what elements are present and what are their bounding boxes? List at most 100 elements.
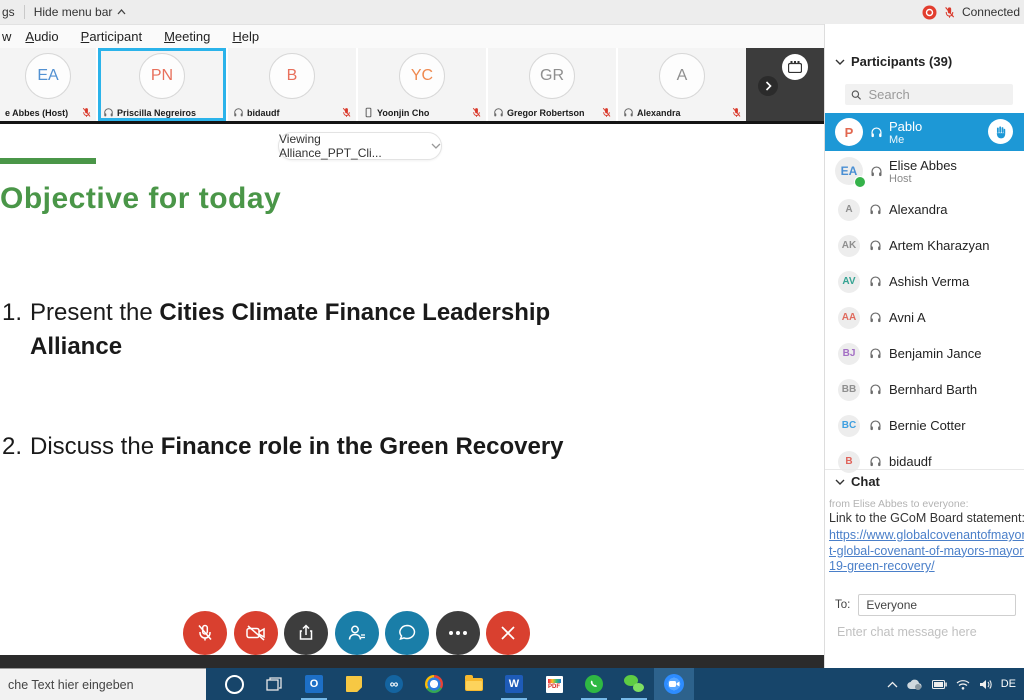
raised-hand-button[interactable] xyxy=(988,119,1013,144)
system-tray: DE xyxy=(887,678,1024,690)
leave-meeting-button[interactable] xyxy=(486,611,530,655)
zoom-app-button-active[interactable] xyxy=(654,668,694,700)
wechat-icon xyxy=(624,675,644,693)
chat-button[interactable] xyxy=(385,611,429,655)
search-icon xyxy=(851,89,862,101)
infinity-app-button[interactable]: ∞ xyxy=(374,668,414,700)
whatsapp-button[interactable] xyxy=(574,668,614,700)
muted-mic-icon xyxy=(943,6,956,19)
battery-icon[interactable] xyxy=(932,680,947,689)
taskbar-search-box[interactable]: che Text hier eingeben xyxy=(0,668,206,700)
speaker-icon[interactable] xyxy=(979,679,992,690)
filmstrip-icon xyxy=(788,61,802,73)
chat-message-link[interactable]: https://www.globalcovenantofmayors.or t-… xyxy=(829,528,1024,575)
titlebar-partial-text: gs xyxy=(0,5,15,19)
participants-icon xyxy=(347,623,367,643)
participant-name: Benjamin Jance xyxy=(889,346,982,361)
avatar: AK xyxy=(842,240,856,251)
onedrive-cloud-icon[interactable] xyxy=(907,679,923,690)
participant-row-ashish-verma[interactable]: AV Ashish Verma xyxy=(825,265,1024,298)
participant-row-pablo-me[interactable]: P Pablo Me xyxy=(825,113,1024,151)
participant-row-bernie-cotter[interactable]: BC Bernie Cotter xyxy=(825,409,1024,442)
chevron-down-icon xyxy=(431,143,441,149)
wechat-button[interactable] xyxy=(614,668,654,700)
participant-name: Pablo xyxy=(889,119,922,134)
meeting-toolbar xyxy=(183,611,531,655)
participant-row-alexandra[interactable]: A Alexandra xyxy=(825,193,1024,226)
video-tile-alexandra[interactable]: A Alexandra xyxy=(618,48,746,121)
headset-icon xyxy=(870,165,883,178)
whatsapp-icon xyxy=(589,679,599,689)
wifi-icon[interactable] xyxy=(956,679,970,690)
menu-item-partial[interactable]: w xyxy=(2,29,11,44)
share-screen-button[interactable] xyxy=(284,611,328,655)
recipient-value: Everyone xyxy=(866,598,917,612)
task-view-button[interactable] xyxy=(254,668,294,700)
headset-icon xyxy=(493,107,504,118)
participant-name: Alexandra xyxy=(889,202,948,217)
menu-item-meeting[interactable]: Meeting xyxy=(164,29,210,44)
participants-button[interactable] xyxy=(335,611,379,655)
menu-item-help[interactable]: Help xyxy=(232,29,259,44)
language-indicator[interactable]: DE xyxy=(1001,678,1016,690)
strip-overflow-area xyxy=(746,48,824,121)
tray-expand-icon[interactable] xyxy=(887,681,898,688)
participant-name: Ashish Verma xyxy=(889,274,969,289)
cortana-button[interactable] xyxy=(214,668,254,700)
pdf-app-button[interactable]: PDF xyxy=(534,668,574,700)
headset-icon xyxy=(869,455,882,468)
video-tile-priscilla-negreiros-active-speaker[interactable]: PN Priscilla Negreiros xyxy=(98,48,226,121)
video-tile-bidaudf[interactable]: B bidaudf xyxy=(228,48,356,121)
participant-name: Alexandra xyxy=(637,108,728,118)
chevron-up-icon xyxy=(117,9,126,15)
menu-bar: w Audio Participant Meeting Help xyxy=(0,25,824,48)
recording-icon xyxy=(922,5,937,20)
connection-status: Connected xyxy=(962,5,1020,19)
video-tile-elise-abbes[interactable]: EA e Abbes (Host) xyxy=(0,48,96,121)
viewing-source-dropdown[interactable]: Viewing Alliance_PPT_Cli... xyxy=(278,132,442,160)
infinity-icon: ∞ xyxy=(385,675,403,693)
recipient-select[interactable]: Everyone xyxy=(858,594,1016,616)
outlook-app-button[interactable]: O xyxy=(294,668,334,700)
unmute-button[interactable] xyxy=(183,611,227,655)
avatar: A xyxy=(845,204,852,215)
chat-message-input[interactable] xyxy=(835,624,1024,640)
chevron-right-icon xyxy=(765,81,772,91)
video-tile-yoonjin-cho[interactable]: YC Yoonjin Cho xyxy=(358,48,486,121)
participants-section-header[interactable]: Participants (39) xyxy=(835,54,952,69)
muted-mic-icon xyxy=(731,107,742,118)
more-options-button[interactable] xyxy=(436,611,480,655)
chat-recipient-row: To: Everyone xyxy=(835,594,1016,616)
chat-section-header[interactable]: Chat xyxy=(835,474,880,489)
menu-item-audio[interactable]: Audio xyxy=(25,29,58,44)
chevron-down-icon xyxy=(835,59,845,65)
avatar: YC xyxy=(411,67,433,85)
hide-menu-bar-button[interactable]: Hide menu bar xyxy=(34,5,127,19)
participants-search[interactable] xyxy=(845,84,1013,105)
muted-mic-icon xyxy=(195,623,215,643)
link-line[interactable]: t-global-covenant-of-mayors-mayoral-b xyxy=(829,544,1024,560)
participant-row-bernhard-barth[interactable]: BB Bernhard Barth xyxy=(825,373,1024,406)
participant-row-elise-abbes[interactable]: EA Elise Abbes Host xyxy=(825,152,1024,190)
start-video-button[interactable] xyxy=(234,611,278,655)
list-number: 2. xyxy=(2,430,30,464)
word-app-button[interactable]: W xyxy=(494,668,534,700)
headset-icon xyxy=(869,311,882,324)
participant-name: Artem Kharazyan xyxy=(889,238,989,253)
participant-row-artem-kharazyan[interactable]: AK Artem Kharazyan xyxy=(825,229,1024,262)
participant-role: Me xyxy=(889,134,922,146)
file-explorer-button[interactable] xyxy=(454,668,494,700)
search-input[interactable] xyxy=(867,86,1008,103)
video-thumbnail-strip: EA e Abbes (Host) PN Priscilla Negreiros… xyxy=(0,48,824,121)
link-line[interactable]: 19-green-recovery/ xyxy=(829,559,1024,575)
video-tile-gregor-robertson[interactable]: GR Gregor Robertson xyxy=(488,48,616,121)
link-line[interactable]: https://www.globalcovenantofmayors.or xyxy=(829,528,1024,544)
participant-row-avni-a[interactable]: AA Avni A xyxy=(825,301,1024,334)
chrome-icon xyxy=(425,675,443,693)
sticky-notes-button[interactable] xyxy=(334,668,374,700)
participant-row-benjamin-jance[interactable]: BJ Benjamin Jance xyxy=(825,337,1024,370)
next-participants-button[interactable] xyxy=(758,76,778,96)
menu-item-participant[interactable]: Participant xyxy=(81,29,142,44)
gallery-view-button[interactable] xyxy=(782,54,808,80)
chrome-button[interactable] xyxy=(414,668,454,700)
